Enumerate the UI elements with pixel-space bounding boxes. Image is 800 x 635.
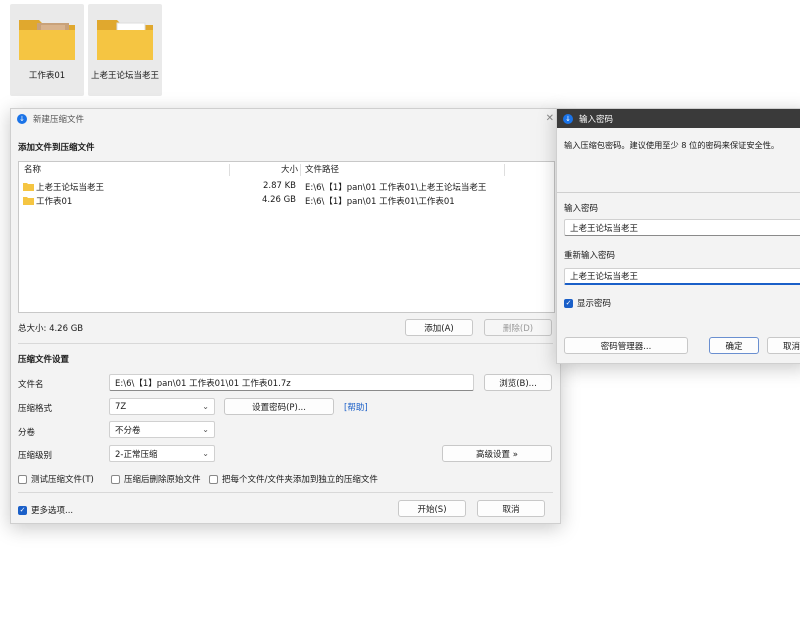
separate-archives-checkbox[interactable]: 把每个文件/文件夹添加到独立的压缩文件 (209, 473, 378, 485)
column-divider[interactable] (300, 164, 301, 176)
divider (557, 192, 800, 193)
file-name: 工作表01 (36, 197, 73, 207)
cancel-button[interactable]: 取消 (767, 337, 800, 354)
show-password-checkbox[interactable]: ✓ 显示密码 (564, 297, 611, 309)
dialog-titlebar: ↓ 新建压缩文件 (11, 109, 560, 129)
close-icon[interactable]: ✕ (546, 113, 554, 124)
file-size: 2.87 KB (262, 181, 296, 191)
column-size[interactable]: 大小 (281, 162, 298, 176)
app-icon: ↓ (563, 113, 573, 124)
dialog-title: 输入密码 (579, 114, 614, 125)
desktop-item-label: 上老王论坛当老王 (90, 71, 159, 81)
checkbox-label: 显示密码 (577, 299, 612, 309)
column-path[interactable]: 文件路径 (305, 162, 339, 176)
checkbox-box[interactable] (209, 474, 218, 484)
ok-button[interactable]: 确定 (709, 337, 759, 354)
level-label: 压缩级别 (18, 451, 53, 461)
desktop-item-folder[interactable]: 上老王论坛当老王 (88, 4, 162, 96)
filename-label: 文件名 (18, 380, 44, 390)
dialog-titlebar: ↓ 输入密码 (557, 109, 800, 128)
format-label: 压缩格式 (18, 404, 53, 414)
chevron-down-icon: ⌄ (202, 402, 209, 411)
password-label: 输入密码 (564, 204, 599, 214)
file-row[interactable]: 上老王论坛当老王 2.87 KB E:\6\【1】pan\01 工作表01\上老… (19, 180, 554, 193)
divider (18, 343, 553, 344)
format-value: 7Z (115, 401, 127, 412)
split-select[interactable]: 不分卷 ⌄ (109, 421, 215, 438)
browse-button[interactable]: 浏览(B)... (484, 374, 552, 391)
test-archive-checkbox[interactable]: 测试压缩文件(T) (18, 473, 94, 485)
folder-icon (17, 12, 77, 62)
split-value: 不分卷 (115, 425, 141, 436)
checkbox-label: 测试压缩文件(T) (31, 475, 94, 485)
confirm-password-label: 重新输入密码 (564, 251, 616, 261)
folder-icon (23, 197, 34, 205)
level-select[interactable]: 2-正常压缩 ⌄ (109, 445, 215, 462)
file-path: E:\6\【1】pan\01 工作表01\工作表01 (305, 197, 455, 207)
chevron-down-icon: ⌄ (202, 425, 209, 434)
delete-source-checkbox[interactable]: 压缩后删除原始文件 (111, 473, 201, 485)
set-password-button[interactable]: 设置密码(P)... (224, 398, 334, 415)
password-dialog: ↓ 输入密码 输入压缩包密码。建议使用至少 8 位的密码来保证安全性。 输入密码… (556, 108, 800, 364)
archive-dialog: ↓ 新建压缩文件 ✕ 添加文件到压缩文件 名称 大小 文件路径 上老王论坛当老王… (10, 108, 561, 524)
add-button[interactable]: 添加(A) (405, 319, 473, 336)
delete-button[interactable]: 删除(D) (484, 319, 552, 336)
app-icon: ↓ (17, 114, 27, 124)
format-select[interactable]: 7Z ⌄ (109, 398, 215, 415)
checkbox-box[interactable]: ✓ (564, 298, 573, 308)
desktop-item-worksheet[interactable]: 工作表01 (10, 4, 84, 96)
file-row[interactable]: 工作表01 4.26 GB E:\6\【1】pan\01 工作表01\工作表01 (19, 194, 554, 207)
cancel-label: 取消 (783, 341, 800, 352)
add-section-title: 添加文件到压缩文件 (18, 143, 95, 153)
checkbox-box[interactable] (111, 474, 120, 484)
level-value: 2-正常压缩 (115, 449, 158, 460)
password-manager-button[interactable]: 密码管理器... (564, 337, 688, 354)
password-description: 输入压缩包密码。建议使用至少 8 位的密码来保证安全性。 (564, 140, 780, 150)
divider (18, 492, 553, 493)
more-options-checkbox[interactable]: ✓ 更多选项... (18, 504, 73, 516)
file-name: 上老王论坛当老王 (36, 183, 105, 193)
desktop-item-label: 工作表01 (28, 71, 66, 81)
confirm-password-input[interactable]: 上老王论坛当老王 (564, 268, 800, 285)
checkbox-box[interactable] (18, 474, 27, 484)
checkbox-label: 更多选项... (31, 506, 74, 516)
column-divider[interactable] (229, 164, 230, 176)
column-name[interactable]: 名称 (24, 162, 41, 176)
chevron-down-icon: ⌄ (202, 449, 209, 458)
checkbox-label: 把每个文件/文件夹添加到独立的压缩文件 (222, 475, 378, 485)
help-link[interactable]: [帮助] (344, 401, 368, 413)
file-size: 4.26 GB (261, 195, 296, 205)
start-button[interactable]: 开始(S) (398, 500, 466, 517)
folder-icon (95, 12, 155, 62)
checkbox-label: 压缩后删除原始文件 (124, 475, 201, 485)
file-path: E:\6\【1】pan\01 工作表01\上老王论坛当老王 (305, 183, 487, 193)
split-label: 分卷 (18, 428, 36, 438)
column-divider[interactable] (504, 164, 505, 176)
folder-icon (23, 183, 34, 191)
checkbox-box[interactable]: ✓ (18, 505, 27, 515)
advanced-settings-button[interactable]: 高级设置 » (442, 445, 552, 462)
cancel-button[interactable]: 取消 (477, 500, 545, 517)
password-input[interactable]: 上老王论坛当老王 (564, 219, 800, 236)
total-size: 总大小: 4.26 GB (18, 324, 84, 334)
dialog-title: 新建压缩文件 (33, 115, 85, 125)
filename-input[interactable]: E:\6\【1】pan\01 工作表01\01 工作表01.7z (109, 374, 474, 391)
file-list[interactable]: 名称 大小 文件路径 上老王论坛当老王 2.87 KB E:\6\【1】pan\… (18, 161, 555, 313)
settings-section-title: 压缩文件设置 (18, 355, 70, 365)
